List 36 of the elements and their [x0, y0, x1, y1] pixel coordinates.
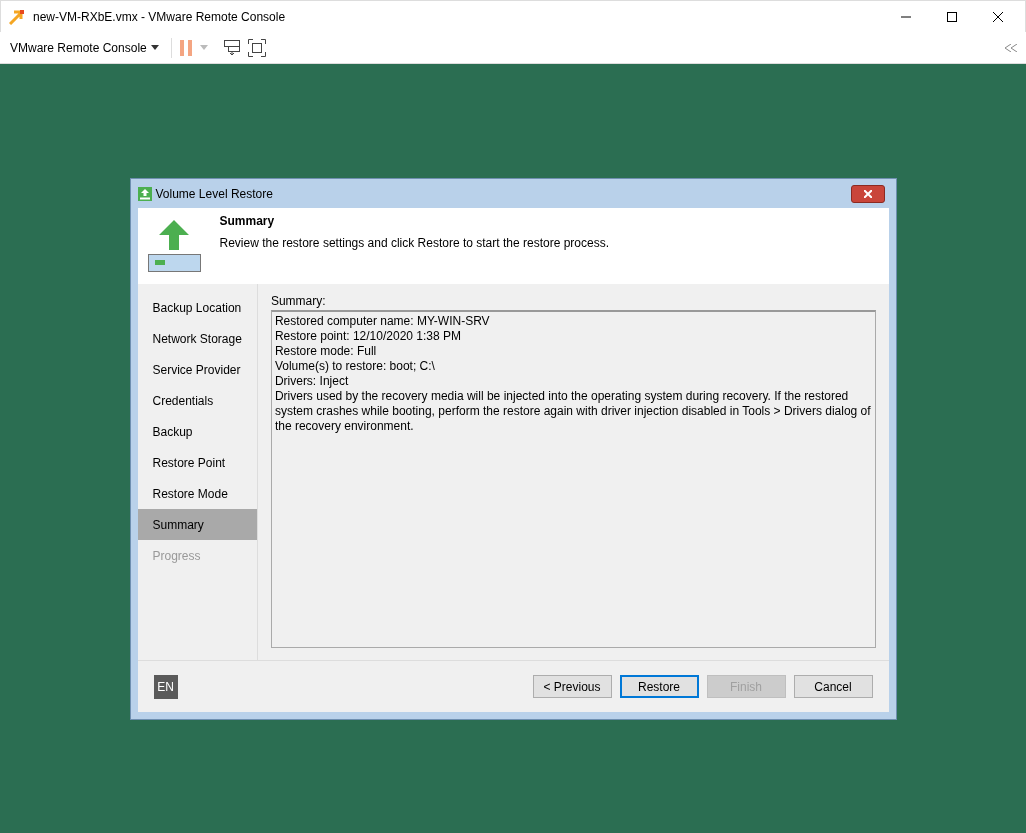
close-button[interactable] — [850, 184, 885, 203]
step-description: Review the restore settings and click Restore to start the restore process. — [219, 235, 609, 252]
window-title: new-VM-RXbE.vmx - VMware Remote Console — [33, 8, 287, 26]
wizard-step[interactable]: Network Storage — [137, 323, 257, 354]
console-menu-button[interactable]: VMware Remote Console — [0, 38, 163, 57]
dialog-button[interactable]: < Previous — [532, 675, 612, 698]
restore-arrow-icon — [147, 220, 202, 272]
dialog-title: Volume Level Restore — [155, 185, 274, 203]
pause-icon[interactable] — [179, 39, 192, 56]
summary-label: Summary: — [270, 293, 327, 310]
caret-icon[interactable] — [199, 45, 208, 50]
wizard-step[interactable]: Service Provider — [137, 354, 257, 385]
wizard-step[interactable]: Restore Mode — [137, 478, 257, 509]
wizard-step[interactable]: Backup Location — [137, 292, 257, 323]
wizard-step[interactable]: Restore Point — [137, 447, 257, 478]
language-badge[interactable]: EN — [153, 674, 178, 699]
summary-line: Drivers: Inject — [274, 374, 350, 389]
close-icon — [993, 11, 1003, 22]
wizard-step[interactable]: Summary — [137, 509, 257, 540]
collapse-icon[interactable] — [1005, 43, 1018, 52]
restore-icon — [137, 186, 152, 201]
dialog-button[interactable]: Cancel — [793, 675, 873, 698]
wizard-step[interactable]: Backup — [137, 416, 257, 447]
summary-line: Restored computer name: MY-WIN-SRV — [274, 314, 491, 329]
step-heading: Summary — [219, 213, 276, 230]
maximize-icon — [947, 11, 957, 22]
summary-line: Drivers used by the recovery media will be injected into the operating system during recovery. If the restored system crashes while booting, perform the restore again with driver injection disabled in Tools > Drivers dialog of the recovery environment. — [274, 389, 872, 434]
caret-icon — [150, 45, 159, 50]
summary-line: Volume(s) to restore: boot; C:\ — [274, 359, 436, 374]
fullscreen-icon[interactable] — [247, 38, 266, 57]
summary-line: Restore mode: Full — [274, 344, 378, 359]
wizard-step[interactable]: Credentials — [137, 385, 257, 416]
close-icon — [863, 189, 872, 198]
dialog-button[interactable]: Restore — [619, 675, 699, 698]
app-logo-icon — [9, 8, 25, 25]
summary-line: Restore point: 12/10/2020 1:38 PM — [274, 329, 462, 344]
